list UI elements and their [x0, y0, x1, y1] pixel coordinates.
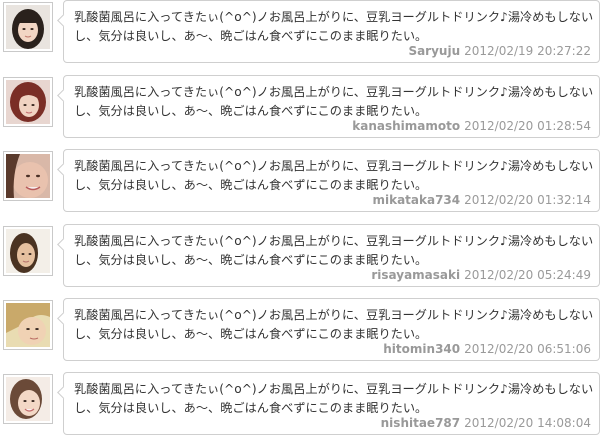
- post-timestamp: 2012/02/20 01:28:54: [464, 119, 591, 133]
- post-bubble: 乳酸菌風呂に入ってきたぃ(^o^)ノお風呂上がりに、豆乳ヨーグルトドリンク♪湯冷…: [63, 298, 600, 361]
- post-meta: Saryuju 2012/02/19 20:27:22: [408, 43, 591, 59]
- post-meta: kanashimamoto 2012/02/20 01:28:54: [352, 118, 591, 134]
- post-text: 乳酸菌風呂に入ってきたぃ(^o^)ノお風呂上がりに、豆乳ヨーグルトドリンク♪湯冷…: [74, 308, 594, 341]
- post-text: 乳酸菌風呂に入ってきたぃ(^o^)ノお風呂上がりに、豆乳ヨーグルトドリンク♪湯冷…: [74, 10, 594, 43]
- post-timestamp: 2012/02/20 14:08:04: [464, 416, 591, 430]
- post-bubble: 乳酸菌風呂に入ってきたぃ(^o^)ノお風呂上がりに、豆乳ヨーグルトドリンク♪湯冷…: [63, 149, 600, 212]
- post-username[interactable]: hitomin340: [383, 342, 460, 356]
- post-item: 乳酸菌風呂に入ってきたぃ(^o^)ノお風呂上がりに、豆乳ヨーグルトドリンク♪湯冷…: [0, 298, 605, 368]
- post-feed: 乳酸菌風呂に入ってきたぃ(^o^)ノお風呂上がりに、豆乳ヨーグルトドリンク♪湯冷…: [0, 0, 605, 444]
- post-username[interactable]: Saryuju: [408, 44, 460, 58]
- post-timestamp: 2012/02/19 20:27:22: [464, 44, 591, 58]
- post-text: 乳酸菌風呂に入ってきたぃ(^o^)ノお風呂上がりに、豆乳ヨーグルトドリンク♪湯冷…: [74, 85, 594, 118]
- post-bubble: 乳酸菌風呂に入ってきたぃ(^o^)ノお風呂上がりに、豆乳ヨーグルトドリンク♪湯冷…: [63, 0, 600, 63]
- post-bubble: 乳酸菌風呂に入ってきたぃ(^o^)ノお風呂上がりに、豆乳ヨーグルトドリンク♪湯冷…: [63, 372, 600, 435]
- post-username[interactable]: risayamasaki: [371, 268, 460, 282]
- avatar-photo: [6, 303, 50, 347]
- post-text: 乳酸菌風呂に入ってきたぃ(^o^)ノお風呂上がりに、豆乳ヨーグルトドリンク♪湯冷…: [74, 234, 594, 267]
- avatar[interactable]: [3, 77, 53, 127]
- post-bubble: 乳酸菌風呂に入ってきたぃ(^o^)ノお風呂上がりに、豆乳ヨーグルトドリンク♪湯冷…: [63, 224, 600, 287]
- avatar-photo: [6, 5, 50, 49]
- avatar[interactable]: [3, 300, 53, 350]
- post-bubble: 乳酸菌風呂に入ってきたぃ(^o^)ノお風呂上がりに、豆乳ヨーグルトドリンク♪湯冷…: [63, 75, 600, 138]
- post-item: 乳酸菌風呂に入ってきたぃ(^o^)ノお風呂上がりに、豆乳ヨーグルトドリンク♪湯冷…: [0, 0, 605, 70]
- avatar[interactable]: [3, 2, 53, 52]
- avatar-photo: [6, 377, 50, 421]
- avatar[interactable]: [3, 226, 53, 276]
- post-text: 乳酸菌風呂に入ってきたぃ(^o^)ノお風呂上がりに、豆乳ヨーグルトドリンク♪湯冷…: [74, 159, 594, 192]
- avatar-photo: [6, 80, 50, 124]
- avatar[interactable]: [3, 151, 53, 201]
- post-meta: risayamasaki 2012/02/20 05:24:49: [371, 267, 591, 283]
- post-username[interactable]: mikataka734: [372, 193, 460, 207]
- post-username[interactable]: nishitae787: [381, 416, 460, 430]
- post-meta: hitomin340 2012/02/20 06:51:06: [383, 341, 591, 357]
- post-timestamp: 2012/02/20 05:24:49: [464, 268, 591, 282]
- post-username[interactable]: kanashimamoto: [352, 119, 460, 133]
- post-item: 乳酸菌風呂に入ってきたぃ(^o^)ノお風呂上がりに、豆乳ヨーグルトドリンク♪湯冷…: [0, 75, 605, 145]
- post-meta: nishitae787 2012/02/20 14:08:04: [381, 415, 591, 431]
- avatar[interactable]: [3, 374, 53, 424]
- post-item: 乳酸菌風呂に入ってきたぃ(^o^)ノお風呂上がりに、豆乳ヨーグルトドリンク♪湯冷…: [0, 224, 605, 294]
- post-meta: mikataka734 2012/02/20 01:32:14: [372, 192, 591, 208]
- avatar-photo: [6, 229, 50, 273]
- post-item: 乳酸菌風呂に入ってきたぃ(^o^)ノお風呂上がりに、豆乳ヨーグルトドリンク♪湯冷…: [0, 149, 605, 219]
- post-timestamp: 2012/02/20 01:32:14: [464, 193, 591, 207]
- avatar-photo: [6, 154, 50, 198]
- post-text: 乳酸菌風呂に入ってきたぃ(^o^)ノお風呂上がりに、豆乳ヨーグルトドリンク♪湯冷…: [74, 382, 594, 415]
- post-timestamp: 2012/02/20 06:51:06: [464, 342, 591, 356]
- post-item: 乳酸菌風呂に入ってきたぃ(^o^)ノお風呂上がりに、豆乳ヨーグルトドリンク♪湯冷…: [0, 372, 605, 442]
